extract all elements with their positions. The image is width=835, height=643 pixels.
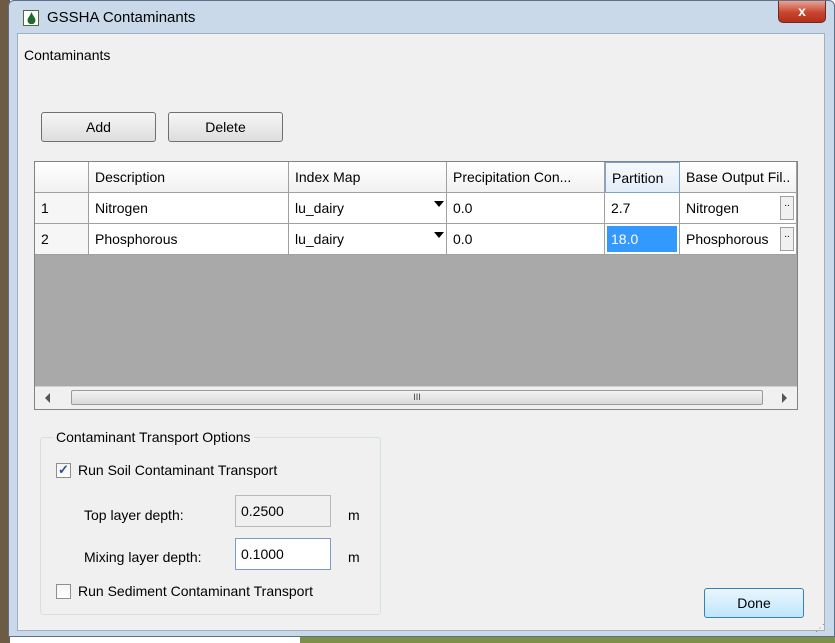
column-header-description[interactable]: Description xyxy=(89,162,289,193)
description-cell[interactable]: Nitrogen xyxy=(89,193,289,224)
add-button[interactable]: Add xyxy=(41,112,156,142)
contaminants-section-label: Contaminants xyxy=(24,47,111,63)
header-corner xyxy=(35,162,89,193)
browse-ellipsis-button[interactable]: .. xyxy=(780,196,794,220)
base-output-cell[interactable]: Phosphorous .. xyxy=(680,224,797,255)
chevron-down-icon[interactable] xyxy=(434,201,444,207)
base-output-value: Phosphorous xyxy=(686,231,769,247)
soil-transport-label[interactable]: Run Soil Contaminant Transport xyxy=(78,462,277,478)
base-output-value: Nitrogen xyxy=(686,200,739,216)
window-title: GSSHA Contaminants xyxy=(47,9,196,26)
table-row[interactable]: 2 Phosphorous lu_dairy 0.0 18.0 Phosphor… xyxy=(35,224,797,255)
partition-cell-selected[interactable]: 18.0 xyxy=(605,224,680,255)
top-layer-depth-field: 0.2500 xyxy=(235,495,331,527)
index-map-dropdown[interactable]: lu_dairy xyxy=(289,193,447,224)
precipitation-cell[interactable]: 0.0 xyxy=(447,193,605,224)
done-button[interactable]: Done xyxy=(704,588,804,618)
mixing-layer-depth-label: Mixing layer depth: xyxy=(84,549,202,565)
sediment-transport-label[interactable]: Run Sediment Contaminant Transport xyxy=(78,583,313,599)
partition-cell[interactable]: 2.7 xyxy=(605,193,680,224)
scroll-right-icon[interactable] xyxy=(782,393,787,403)
mixing-layer-depth-unit: m xyxy=(348,549,360,565)
base-output-cell[interactable]: Nitrogen .. xyxy=(680,193,797,224)
top-layer-depth-unit: m xyxy=(348,507,360,523)
transport-options-title: Contaminant Transport Options xyxy=(53,429,254,445)
close-button[interactable]: x xyxy=(778,1,826,23)
index-map-value: lu_dairy xyxy=(295,231,345,247)
precipitation-cell[interactable]: 0.0 xyxy=(447,224,605,255)
index-map-dropdown[interactable]: lu_dairy xyxy=(289,224,447,255)
scroll-left-icon[interactable] xyxy=(45,393,50,403)
top-layer-depth-label: Top layer depth: xyxy=(84,507,184,523)
scrollbar-thumb[interactable]: III xyxy=(71,390,763,405)
resize-grip-icon[interactable]: ⋰ xyxy=(815,623,825,634)
column-header-base-output[interactable]: Base Output Fil.. xyxy=(680,162,797,193)
soil-transport-checkbox[interactable]: ✓ xyxy=(56,462,71,478)
sediment-transport-checkbox[interactable] xyxy=(56,584,71,599)
table-header-row: Description Index Map Precipitation Con.… xyxy=(35,162,797,193)
row-number[interactable]: 2 xyxy=(35,224,89,255)
partition-selected-value[interactable]: 18.0 xyxy=(607,226,677,252)
table-row[interactable]: 1 Nitrogen lu_dairy 0.0 2.7 Nitrogen .. xyxy=(35,193,797,224)
checkmark-icon: ✓ xyxy=(58,462,69,477)
row-number[interactable]: 1 xyxy=(35,193,89,224)
delete-button[interactable]: Delete xyxy=(168,112,283,142)
chevron-down-icon[interactable] xyxy=(434,232,444,238)
description-cell[interactable]: Phosphorous xyxy=(89,224,289,255)
column-header-partition[interactable]: Partition xyxy=(605,162,680,193)
contaminants-table: Description Index Map Precipitation Con.… xyxy=(34,161,798,410)
column-header-precipitation[interactable]: Precipitation Con... xyxy=(447,162,605,193)
title-bar[interactable]: GSSHA Contaminants x xyxy=(9,1,834,33)
horizontal-scrollbar[interactable]: III xyxy=(35,386,797,409)
index-map-value: lu_dairy xyxy=(295,200,345,216)
browse-ellipsis-button[interactable]: .. xyxy=(780,227,794,251)
column-header-index-map[interactable]: Index Map xyxy=(289,162,447,193)
mixing-layer-depth-input[interactable]: 0.1000 xyxy=(235,538,331,570)
drop-icon xyxy=(23,10,39,26)
